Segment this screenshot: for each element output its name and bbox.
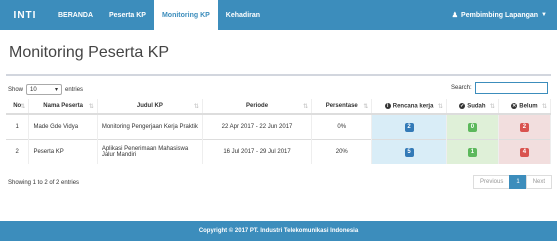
- logo-text: INTI: [13, 9, 37, 21]
- search-input[interactable]: [474, 82, 548, 94]
- sudah-badge[interactable]: 1: [467, 147, 477, 157]
- entries-select-value: 10: [30, 86, 37, 93]
- column-header-label: Persentase: [325, 103, 358, 109]
- cell-persentase: 0%: [311, 113, 373, 140]
- page-1-button[interactable]: 1: [509, 175, 527, 189]
- table-row: 2 Peserta KP Aplikasi Penerimaan Mahasis…: [6, 139, 552, 164]
- chevron-down-icon: ▾: [55, 87, 59, 93]
- sort-icon: ⇅: [437, 103, 443, 110]
- cell-belum: 4: [498, 139, 552, 164]
- next-button[interactable]: Next: [525, 175, 553, 189]
- column-header-label: Periode: [246, 103, 269, 109]
- cell-rencana: 2: [371, 113, 447, 140]
- entries-select[interactable]: 10 ▾: [26, 84, 63, 95]
- times-circle-icon: ✕: [511, 102, 518, 109]
- user-menu-label: Pembimbing Lapangan: [461, 11, 539, 19]
- cell-no: 2: [6, 139, 30, 164]
- rencana-badge[interactable]: 2: [404, 122, 414, 132]
- column-header-rencana[interactable]: i Rencana kerja ⇅: [371, 99, 447, 115]
- column-header-label: Belum: [519, 103, 538, 110]
- nav-item-monitoring-kp[interactable]: Monitoring KP: [153, 0, 218, 30]
- app-logo[interactable]: INTI: [0, 0, 50, 30]
- search-control: Search:: [451, 82, 548, 94]
- column-header-label: Rencana kerja: [392, 103, 434, 110]
- sort-icon: ⇅: [541, 103, 547, 110]
- chevron-down-icon: ▼: [541, 12, 547, 18]
- nav-item-beranda[interactable]: BERANDA: [50, 0, 101, 30]
- column-header-sudah[interactable]: ✓ Sudah ⇅: [446, 99, 499, 115]
- column-header-belum[interactable]: ✕ Belum ⇅: [498, 99, 552, 115]
- cell-belum: 2: [498, 113, 552, 140]
- sort-icon: ⇅: [193, 104, 199, 110]
- previous-button[interactable]: Previous: [473, 175, 511, 189]
- sort-icon: ⇅: [303, 104, 309, 110]
- cell-persentase: 20%: [311, 139, 373, 164]
- table-row: 1 Made Gde Vidya Monitoring Pengerjaan K…: [6, 113, 552, 140]
- sudah-badge[interactable]: 0: [467, 122, 477, 132]
- length-control: Show 10 ▾ entries: [8, 84, 83, 95]
- table-info: Showing 1 to 2 of 2 entries: [8, 180, 80, 186]
- cell-sudah: 0: [446, 113, 499, 140]
- sort-asc-icon: ⇅: [20, 104, 26, 110]
- belum-badge[interactable]: 4: [519, 147, 529, 157]
- sort-icon: ⇅: [363, 104, 369, 110]
- column-header-judul[interactable]: Judul KP ⇅: [97, 99, 203, 115]
- column-header-label: Sudah: [467, 103, 486, 110]
- column-header-persentase[interactable]: Persentase ⇅: [311, 99, 373, 115]
- cell-no: 1: [6, 113, 30, 140]
- sort-icon: ⇅: [489, 103, 495, 110]
- belum-badge[interactable]: 2: [519, 122, 529, 132]
- pagination: Previous 1 Next: [473, 175, 553, 189]
- nav-item-peserta-kp[interactable]: Peserta KP: [101, 0, 154, 30]
- column-header-label: Nama Peserta: [43, 103, 83, 109]
- cell-judul: Aplikasi Penerimaan Mahasiswa Jalur Mand…: [97, 139, 203, 164]
- entries-label: entries: [65, 86, 84, 93]
- user-icon: ♟: [451, 12, 459, 19]
- column-header-nama[interactable]: Nama Peserta ⇅: [28, 99, 98, 115]
- cell-judul: Monitoring Pengerjaan Kerja Praktik: [97, 113, 203, 140]
- nav-item-kehadiran[interactable]: Kehadiran: [218, 0, 268, 30]
- cell-periode: 16 Jul 2017 - 29 Jul 2017: [202, 139, 313, 164]
- user-menu[interactable]: ♟ Pembimbing Lapangan ▼: [451, 11, 557, 20]
- cell-sudah: 1: [446, 139, 499, 164]
- cell-rencana: 5: [371, 139, 447, 164]
- sort-icon: ⇅: [88, 104, 94, 110]
- column-header-periode[interactable]: Periode ⇅: [202, 99, 313, 115]
- top-navbar: INTI BERANDA Peserta KP Monitoring KP Ke…: [0, 0, 557, 30]
- cell-periode: 22 Apr 2017 - 22 Jun 2017: [202, 113, 313, 140]
- column-header-no[interactable]: No ⇅: [6, 99, 30, 115]
- page-title: Monitoring Peserta KP: [9, 44, 170, 61]
- check-circle-icon: ✓: [459, 102, 466, 109]
- rencana-badge[interactable]: 5: [404, 147, 414, 157]
- column-header-label: Judul KP: [136, 103, 163, 109]
- footer-text: Copyright © 2017 PT. Industri Telekomuni…: [198, 228, 359, 234]
- cell-nama: Peserta KP: [28, 139, 98, 164]
- cell-nama: Made Gde Vidya: [28, 113, 98, 140]
- info-circle-icon: i: [384, 102, 391, 109]
- search-label: Search:: [451, 85, 472, 91]
- show-label: Show: [8, 86, 24, 93]
- monitoring-table: No ⇅ Nama Peserta ⇅ Judul KP ⇅ Periode ⇅ Pe…: [6, 99, 552, 164]
- footer: Copyright © 2017 PT. Industri Telekomuni…: [0, 221, 557, 241]
